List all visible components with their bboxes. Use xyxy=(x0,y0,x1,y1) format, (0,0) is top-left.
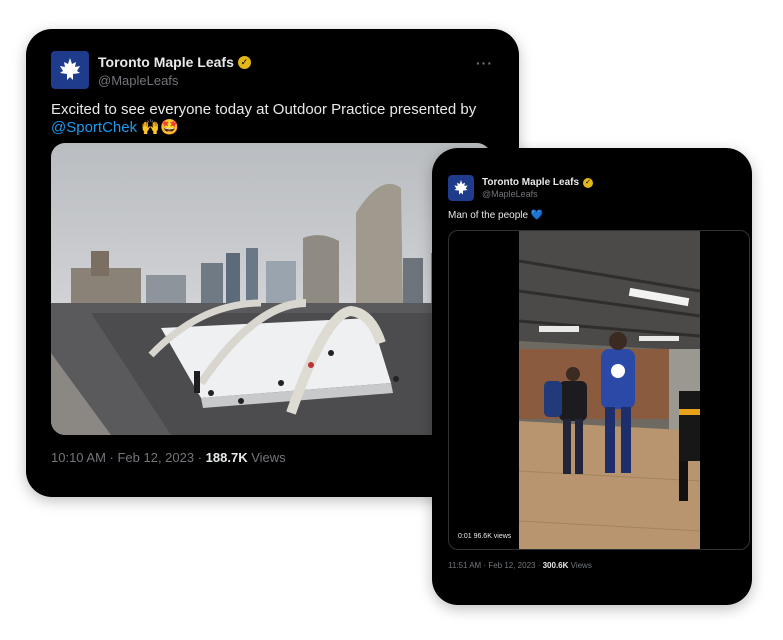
tweet-text: Man of the people 💙 xyxy=(448,210,543,221)
author-handle[interactable]: @MapleLeafs xyxy=(482,189,538,199)
tweet-meta: 10:10 AM · Feb 12, 2023 · 188.7K Views xyxy=(51,450,286,465)
maple-leaf-logo-icon[interactable] xyxy=(448,175,474,201)
views-label: Views xyxy=(570,561,592,570)
views-label: Views xyxy=(251,450,286,465)
maple-leaf-logo-icon[interactable] xyxy=(51,51,89,89)
timestamp[interactable]: 10:10 AM · Feb 12, 2023 · xyxy=(51,450,202,465)
tweet-text-line: Excited to see everyone today at Outdoor… xyxy=(51,101,477,118)
author-name-text[interactable]: Toronto Maple Leafs xyxy=(482,177,579,188)
tweet-photo[interactable] xyxy=(51,143,491,435)
verified-badge-icon: ✓ xyxy=(583,177,594,188)
video-badge: 0:01 96.6K views xyxy=(455,532,515,541)
verified-badge-icon: ✓ xyxy=(237,55,251,69)
emoji: 🙌🤩 xyxy=(141,119,179,136)
tweet-text-line: Man of the people xyxy=(448,210,529,221)
more-options-icon[interactable]: ··· xyxy=(476,55,493,71)
tweet-video[interactable]: 0:01 96.6K views xyxy=(448,230,750,550)
author-handle[interactable]: @MapleLeafs xyxy=(98,73,178,88)
author-name[interactable]: Toronto Maple Leafs ✓ xyxy=(482,177,594,188)
tweet-text: Excited to see everyone today at Outdoor… xyxy=(51,101,476,137)
timestamp[interactable]: 11:51 AM · Feb 12, 2023 · xyxy=(448,561,540,570)
author-name[interactable]: Toronto Maple Leafs ✓ xyxy=(98,54,251,70)
author-name-text[interactable]: Toronto Maple Leafs xyxy=(98,54,234,70)
view-count: 188.7K xyxy=(205,450,248,465)
video-frame[interactable] xyxy=(519,231,700,549)
tweet-meta: 11:51 AM · Feb 12, 2023 · 300.6K Views xyxy=(448,561,592,570)
mention-link[interactable]: @SportChek xyxy=(51,119,137,136)
tweet-card[interactable]: Toronto Maple Leafs ✓ @MapleLeafs Man of… xyxy=(432,148,752,605)
emoji: 💙 xyxy=(530,210,544,221)
view-count: 300.6K xyxy=(542,561,569,570)
